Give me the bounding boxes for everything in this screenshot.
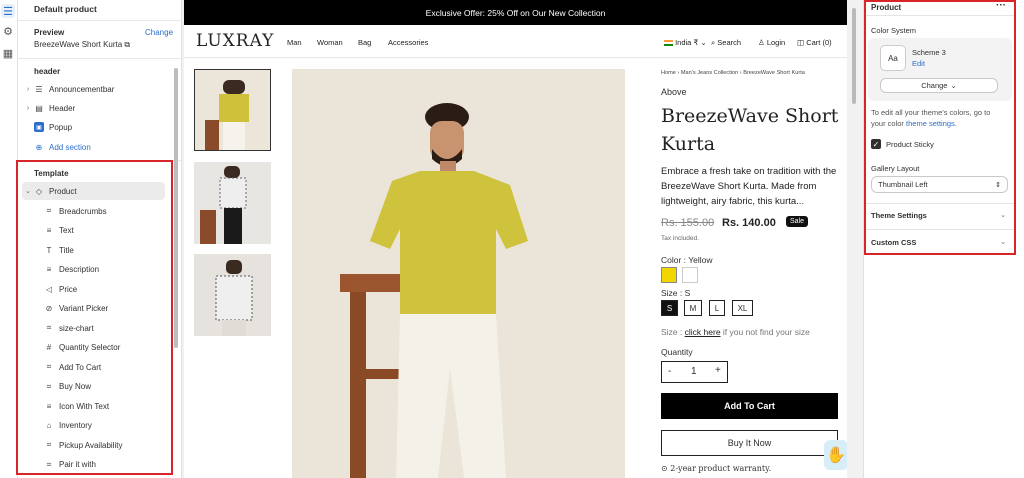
size-option-xl[interactable]: XL — [732, 300, 753, 316]
section-label: Popup — [49, 122, 73, 132]
main-product-image[interactable] — [292, 69, 625, 478]
size-option-l[interactable]: L — [709, 300, 725, 316]
gallery-thumbnail-1[interactable] — [194, 69, 271, 151]
chevron-down-icon: ⌄ — [700, 38, 707, 47]
announcement-bar: Exclusive Offer: 25% Off on Our New Coll… — [184, 0, 847, 25]
settings-gear-icon[interactable]: ⚙ — [1, 24, 15, 38]
add-section-button[interactable]: ⊕ Add section — [18, 138, 176, 156]
plus-circle-icon: ⊕ — [35, 142, 43, 152]
size-option-m[interactable]: M — [684, 300, 702, 316]
store-logo[interactable]: LUXRAY — [196, 31, 274, 51]
section-announcementbar[interactable]: › ☰ Announcementbar — [18, 80, 176, 98]
product-photo-thumb — [194, 254, 271, 336]
cart-icon: ◫ — [797, 38, 805, 47]
nav-woman[interactable]: Woman — [317, 38, 343, 47]
search-icon: ⌕ — [711, 38, 716, 47]
product-title-line1: BreezeWave Short — [661, 105, 839, 127]
buy-now-label: Buy It Now — [727, 438, 772, 448]
external-link-icon: ⧉ — [124, 40, 131, 49]
cart-link[interactable]: ◫ Cart (0) — [797, 38, 832, 47]
apps-grid-icon[interactable]: ▦ — [1, 46, 15, 60]
login-label: Login — [766, 38, 786, 47]
india-flag-icon — [664, 40, 673, 47]
quantity-value[interactable]: 1 — [691, 366, 697, 377]
description-line1: Embrace a fresh take on tradition with t… — [661, 166, 837, 177]
chat-widget-icon[interactable]: ✋ — [824, 440, 847, 470]
change-preview-link[interactable]: Change — [145, 28, 173, 37]
popup-icon: ▣ — [34, 122, 44, 132]
size-label: Size : S — [661, 288, 691, 298]
warranty-text: 2-year product warranty. — [670, 464, 772, 473]
highlight-frame-left — [16, 160, 173, 475]
announcement-text: Exclusive Offer: 25% Off on Our New Coll… — [425, 7, 606, 18]
size-chart-suffix: if you not find your size — [722, 327, 810, 337]
add-to-cart-label: Add To Cart — [724, 401, 775, 411]
country-label: India ₹ — [675, 38, 699, 47]
size-chart-prefix: Size : — [661, 327, 683, 337]
section-label: Announcementbar — [49, 84, 115, 94]
list-icon: ☰ — [35, 84, 43, 94]
buy-now-button[interactable]: Buy It Now — [661, 430, 838, 456]
storefront-preview: Exclusive Offer: 25% Off on Our New Coll… — [184, 0, 847, 478]
compare-price: Rs. 155.00 — [661, 217, 715, 229]
quantity-minus-button[interactable]: - — [668, 366, 671, 377]
nav-man[interactable]: Man — [287, 38, 302, 47]
product-photo-thumb — [195, 70, 270, 150]
login-link[interactable]: ♙ Login — [758, 38, 785, 47]
size-option-s[interactable]: S — [661, 300, 678, 316]
search-link[interactable]: ⌕ Search — [711, 38, 741, 48]
header-group-title: header — [34, 67, 61, 76]
tax-note: Tax included. — [661, 235, 699, 242]
color-label: Color : Yellow — [661, 255, 713, 265]
gallery-thumbnail-3[interactable] — [194, 254, 271, 336]
section-header[interactable]: › ▤ Header — [18, 99, 176, 117]
size-chart-link[interactable]: click here — [685, 327, 721, 337]
sale-price: Rs. 140.00 — [722, 217, 776, 229]
above-text: Above — [661, 87, 687, 97]
product-title-line2: Kurta — [661, 133, 716, 155]
quantity-stepper: - 1 + — [661, 361, 728, 383]
preview-scrollbar[interactable] — [851, 0, 857, 478]
add-section-label: Add section — [49, 142, 91, 152]
sale-badge: Sale — [786, 216, 809, 227]
sections-icon[interactable]: ☰ — [1, 4, 15, 18]
gallery-thumbnail-2[interactable] — [194, 162, 271, 244]
product-photo-thumb — [194, 162, 271, 244]
breadcrumb[interactable]: Home › Man's Jeans Collection › BreezeWa… — [661, 70, 805, 76]
product-photo-main — [292, 69, 625, 478]
user-icon: ♙ — [758, 38, 765, 47]
section-popup[interactable]: ▣ Popup — [18, 118, 176, 136]
chevron-right-icon[interactable]: › — [22, 105, 34, 112]
color-swatch-white[interactable] — [682, 267, 698, 283]
nav-accessories[interactable]: Accessories — [388, 38, 428, 47]
highlight-frame-right — [864, 0, 1016, 255]
description-line2: BreezeWave Short Kurta. Made from — [661, 181, 817, 192]
store-header: LUXRAY Man Woman Bag Accessories India ₹… — [184, 25, 847, 58]
quantity-plus-button[interactable]: + — [715, 365, 721, 376]
cart-label: Cart (0) — [806, 38, 832, 47]
size-chart-line: Size : click here if you not find your s… — [661, 327, 810, 337]
section-label: Header — [49, 103, 76, 113]
preview-product-text: BreezeWave Short Kurta — [34, 40, 123, 49]
panel-title: Default product — [34, 4, 97, 14]
preview-label: Preview — [34, 28, 65, 37]
layout-icon: ▤ — [35, 103, 43, 113]
chevron-right-icon[interactable]: › — [22, 86, 34, 93]
nav-bag[interactable]: Bag — [358, 38, 371, 47]
description-line3: lightweight, airy fabric, this kurta... — [661, 196, 805, 207]
preview-product-name[interactable]: BreezeWave Short Kurta ⧉ — [34, 40, 130, 50]
shield-check-icon: ⊙ — [661, 464, 668, 473]
add-to-cart-button[interactable]: Add To Cart — [661, 393, 838, 419]
warranty-line: ⊙ 2-year product warranty. — [661, 464, 771, 473]
left-panel-scrollbar[interactable] — [174, 68, 178, 348]
search-label: Search — [717, 38, 742, 47]
color-swatch-yellow[interactable] — [661, 267, 677, 283]
country-selector[interactable]: India ₹ ⌄ — [664, 38, 707, 47]
quantity-label: Quantity — [661, 347, 693, 357]
